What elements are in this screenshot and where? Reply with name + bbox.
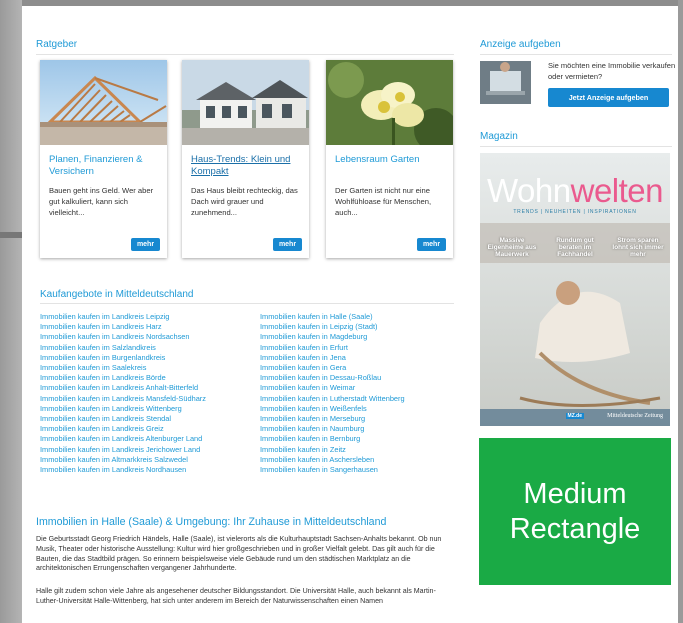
- card-text: Bauen geht ins Geld. Wer aber gut kalkul…: [49, 186, 154, 217]
- link-landkreis[interactable]: Immobilien kaufen im Burgenlandkreis: [40, 353, 255, 363]
- more-button[interactable]: mehr: [131, 238, 160, 251]
- ad-image-laptop: [480, 61, 531, 104]
- link-stadt[interactable]: Immobilien kaufen in Dessau-Roßlau: [260, 373, 475, 383]
- magazine-cover[interactable]: Wohnwelten TRENDS | NEUHEITEN | INSPIRAT…: [480, 153, 670, 426]
- link-stadt[interactable]: Immobilien kaufen in Zeitz: [260, 445, 475, 455]
- ratgeber-divider: [36, 54, 454, 55]
- magazine-title: Wohnwelten: [480, 173, 670, 209]
- ad-divider: [480, 54, 672, 55]
- magazine-badge: MZ.de: [565, 413, 584, 419]
- place-ad-button[interactable]: Jetzt Anzeige aufgeben: [548, 88, 669, 107]
- link-list-staedte: Immobilien kaufen in Halle (Saale) Immob…: [260, 312, 475, 475]
- card-title[interactable]: Planen, Finanzieren & Versichern: [49, 154, 161, 178]
- link-landkreis[interactable]: Immobilien kaufen im Landkreis Harz: [40, 322, 255, 332]
- article-paragraph-1: Die Geburtsstadt Georg Friedrich Händels…: [36, 535, 442, 573]
- link-stadt[interactable]: Immobilien kaufen in Magdeburg: [260, 332, 475, 342]
- ad-placeholder-label: Medium Rectangle: [509, 477, 641, 545]
- magazine-teaser: Strom sparen lohnt sich immer mehr: [612, 237, 664, 259]
- link-stadt[interactable]: Immobilien kaufen in Halle (Saale): [260, 312, 475, 322]
- more-button[interactable]: mehr: [273, 238, 302, 251]
- card-text: Der Garten ist nicht nur eine Wohlfühloa…: [335, 186, 432, 217]
- link-landkreis[interactable]: Immobilien kaufen im Saalekreis: [40, 363, 255, 373]
- page-content: Ratgeber Planen, Finanzieren & Versicher…: [22, 6, 678, 623]
- link-stadt[interactable]: Immobilien kaufen in Weimar: [260, 383, 475, 393]
- card-text: Das Haus bleibt rechteckig, das Dach wir…: [191, 186, 298, 217]
- link-stadt[interactable]: Immobilien kaufen in Merseburg: [260, 414, 475, 424]
- link-landkreis[interactable]: Immobilien kaufen im Landkreis Stendal: [40, 414, 255, 424]
- article-heading: Immobilien in Halle (Saale) & Umgebung: …: [36, 516, 387, 528]
- card-title[interactable]: Haus-Trends: Klein und Kompakt: [191, 154, 303, 178]
- link-stadt[interactable]: Immobilien kaufen in Aschersleben: [260, 455, 475, 465]
- link-landkreis[interactable]: Immobilien kaufen im Landkreis Nordhause…: [40, 465, 255, 475]
- link-landkreis[interactable]: Immobilien kaufen im Altmarkkreis Salzwe…: [40, 455, 255, 465]
- medium-rectangle-ad[interactable]: Medium Rectangle: [479, 438, 671, 585]
- link-landkreis[interactable]: Immobilien kaufen im Landkreis Nordsachs…: [40, 332, 255, 342]
- ratgeber-title: Ratgeber: [36, 39, 78, 50]
- card-image-flowers: [326, 60, 453, 145]
- link-list-landkreise: Immobilien kaufen im Landkreis Leipzig I…: [40, 312, 255, 475]
- magazin-title: Magazin: [480, 131, 518, 142]
- link-stadt[interactable]: Immobilien kaufen in Naumburg: [260, 424, 475, 434]
- more-button[interactable]: mehr: [417, 238, 446, 251]
- link-stadt[interactable]: Immobilien kaufen in Bernburg: [260, 434, 475, 444]
- ratgeber-card-garten[interactable]: Lebensraum Garten Der Garten ist nicht n…: [326, 60, 453, 258]
- magazine-title-part-1: Wohn: [486, 172, 571, 209]
- magazine-teaser: Massive Eigenheime aus Mauerwerk: [487, 237, 537, 259]
- link-stadt[interactable]: Immobilien kaufen in Leipzig (Stadt): [260, 322, 475, 332]
- background-bar: [0, 232, 22, 238]
- link-landkreis[interactable]: Immobilien kaufen im Landkreis Jerichowe…: [40, 445, 255, 455]
- link-landkreis[interactable]: Immobilien kaufen im Landkreis Wittenber…: [40, 404, 255, 414]
- link-stadt[interactable]: Immobilien kaufen in Erfurt: [260, 343, 475, 353]
- kaufangebote-divider: [40, 303, 454, 304]
- link-landkreis[interactable]: Immobilien kaufen im Landkreis Greiz: [40, 424, 255, 434]
- ad-text: Sie möchten eine Immobilie verkaufen ode…: [548, 61, 676, 81]
- ratgeber-card-haus-trends[interactable]: Haus-Trends: Klein und Kompakt Das Haus …: [182, 60, 309, 258]
- background-left-edge: [0, 0, 22, 623]
- link-stadt[interactable]: Immobilien kaufen in Lutherstadt Wittenb…: [260, 394, 475, 404]
- link-landkreis[interactable]: Immobilien kaufen im Landkreis Altenburg…: [40, 434, 255, 444]
- link-landkreis[interactable]: Immobilien kaufen im Landkreis Börde: [40, 373, 255, 383]
- magazine-subtitle: TRENDS | NEUHEITEN | INSPIRATIONEN: [513, 209, 637, 215]
- link-stadt[interactable]: Immobilien kaufen in Weißenfels: [260, 404, 475, 414]
- card-image-construction: [40, 60, 167, 145]
- link-stadt[interactable]: Immobilien kaufen in Sangerhausen: [260, 465, 475, 475]
- magazin-divider: [480, 146, 672, 147]
- link-stadt[interactable]: Immobilien kaufen in Jena: [260, 353, 475, 363]
- magazine-teaser: Rundum gut beraten im Fachhandel: [556, 237, 594, 259]
- link-landkreis[interactable]: Immobilien kaufen im Landkreis Leipzig: [40, 312, 255, 322]
- link-stadt[interactable]: Immobilien kaufen in Gera: [260, 363, 475, 373]
- magazine-brand: Mitteldeutsche Zeitung: [607, 413, 663, 419]
- background-right-edge: [678, 0, 683, 623]
- ratgeber-card-planen[interactable]: Planen, Finanzieren & Versichern Bauen g…: [40, 60, 167, 258]
- magazine-footer: MZ.de Mitteldeutsche Zeitung: [480, 409, 670, 426]
- magazine-title-part-2: welten: [570, 172, 664, 209]
- article-paragraph-2: Halle gilt zudem schon viele Jahre als a…: [36, 587, 436, 605]
- kaufangebote-title: Kaufangebote in Mitteldeutschland: [40, 289, 194, 300]
- link-landkreis[interactable]: Immobilien kaufen im Salzlandkreis: [40, 343, 255, 353]
- link-landkreis[interactable]: Immobilien kaufen im Landkreis Mansfeld-…: [40, 394, 255, 404]
- link-landkreis[interactable]: Immobilien kaufen im Landkreis Anhalt-Bi…: [40, 383, 255, 393]
- card-title[interactable]: Lebensraum Garten: [335, 154, 447, 166]
- card-image-house: [182, 60, 309, 145]
- ad-section-title: Anzeige aufgeben: [480, 39, 561, 50]
